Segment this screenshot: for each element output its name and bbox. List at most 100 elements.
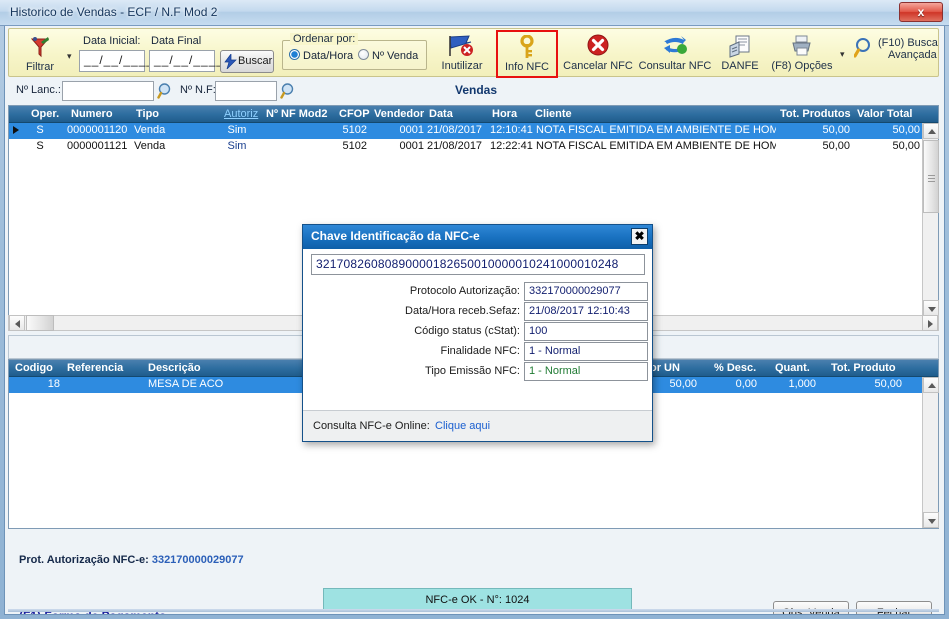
- info-nfc-button[interactable]: Info NFC: [496, 30, 558, 78]
- data-inicial-input[interactable]: __/__/____: [79, 50, 153, 72]
- col-descricao[interactable]: Descrição: [148, 362, 201, 374]
- tipo-emissao-nfc-value[interactable]: 1 - Normal: [524, 362, 648, 381]
- n-nf-lookup-icon[interactable]: [280, 82, 298, 100]
- lightning-icon: [224, 52, 237, 77]
- danfe-label: DANFE: [721, 60, 759, 72]
- cancelar-nfc-button[interactable]: Cancelar NFC: [562, 34, 634, 72]
- busca-avancada-button[interactable]: (F10) Busca Avançada: [853, 37, 942, 61]
- col-cliente[interactable]: Cliente: [535, 108, 572, 120]
- chave-acesso-input[interactable]: 3217082608089000018265001000001024100001…: [311, 254, 645, 275]
- cell-tot-produtos: 50,00: [822, 140, 850, 152]
- opcoes-button[interactable]: (F8) Opções: [766, 34, 838, 72]
- buscar-button[interactable]: Buscar: [220, 50, 274, 73]
- col-vendedor[interactable]: Vendedor: [374, 108, 424, 120]
- sync-arrows-icon: [637, 34, 713, 60]
- col-tot-produtos[interactable]: Tot. Produtos: [780, 108, 851, 120]
- radio-data-hora-label: Data/Hora: [303, 50, 354, 62]
- cell-numero: 0000001120: [67, 124, 128, 136]
- cell-vendedor: 0001: [399, 140, 424, 152]
- finalidade-nfc-label: Finalidade NFC:: [440, 345, 520, 357]
- dialog-title-bar: Chave Identificação da NFC-e ✖: [303, 225, 652, 249]
- filtrar-button[interactable]: Filtrar: [17, 35, 63, 73]
- cell-autoriz: Sim: [227, 124, 247, 136]
- items-grid-vertical-scrollbar[interactable]: [922, 377, 939, 528]
- scroll-left-arrow-icon[interactable]: [9, 315, 25, 331]
- window-close-button[interactable]: x: [899, 2, 943, 22]
- chave-nfce-dialog: Chave Identificação da NFC-e ✖ 321708260…: [302, 224, 653, 442]
- dialog-title: Chave Identificação da NFC-e: [311, 229, 480, 243]
- col-referencia[interactable]: Referencia: [67, 362, 123, 374]
- scroll-up-arrow-icon[interactable]: [923, 123, 939, 139]
- dialog-close-button[interactable]: ✖: [631, 228, 648, 245]
- main-toolbar: Filtrar ▾ Data Inicial: __/__/____ Data …: [8, 28, 942, 78]
- opcoes-dropdown-caret[interactable]: ▾: [840, 49, 845, 60]
- table-row[interactable]: S 0000001121 Venda Sim 5102 0001 21/08/2…: [9, 139, 938, 155]
- ordenar-por-legend: Ordenar por:: [290, 33, 359, 45]
- obs-venda-button[interactable]: Obs. Venda: [773, 601, 849, 614]
- scroll-down-arrow-icon[interactable]: [923, 512, 939, 528]
- danfe-button[interactable]: DANFE: [716, 34, 764, 72]
- protocolo-autorizacao-value[interactable]: 332170000029077: [524, 282, 648, 301]
- n-lanc-label: Nº Lanc.:: [16, 84, 61, 96]
- cancelar-nfc-label: Cancelar NFC: [563, 60, 633, 72]
- radio-no-venda-indicator: [358, 49, 369, 60]
- cell-perc-desc: 0,00: [735, 378, 757, 390]
- consulta-online-label: Consulta NFC-e Online:: [313, 420, 430, 432]
- print-document-icon: [716, 34, 764, 60]
- data-final-label: Data Final: [151, 35, 202, 47]
- n-lanc-lookup-icon[interactable]: [157, 82, 175, 100]
- col-hora[interactable]: Hora: [492, 108, 517, 120]
- col-tot-produto[interactable]: Tot. Produto: [831, 362, 896, 374]
- col-perc-desc[interactable]: % Desc.: [714, 362, 756, 374]
- footer-bevel: [8, 609, 939, 612]
- col-cfop[interactable]: CFOP: [339, 108, 370, 120]
- inutilizar-button[interactable]: Inutilizar: [434, 34, 490, 72]
- filtrar-label: Filtrar: [25, 61, 55, 73]
- radio-no-venda[interactable]: Nº Venda: [358, 49, 418, 62]
- finalidade-nfc-value[interactable]: 1 - Normal: [524, 342, 648, 361]
- cell-tot-produto: 50,00: [874, 378, 902, 390]
- consultar-nfc-button[interactable]: Consultar NFC: [637, 34, 713, 72]
- n-lanc-input[interactable]: [62, 81, 154, 101]
- scroll-thumb[interactable]: [26, 315, 54, 331]
- col-nf-mod2[interactable]: Nº NF Mod2: [266, 108, 327, 120]
- busca-avancada-line1: (F10) Busca: [878, 37, 938, 49]
- col-data[interactable]: Data: [429, 108, 453, 120]
- info-nfc-label: Info NFC: [504, 61, 549, 73]
- fechar-button[interactable]: Fechar: [856, 601, 932, 614]
- col-codigo[interactable]: Codigo: [15, 362, 53, 374]
- cell-quant: 1,000: [788, 378, 816, 390]
- search-row: Nº Lanc.: Nº N.F: Vendas: [8, 79, 939, 103]
- data-hora-sefaz-value[interactable]: 21/08/2017 12:10:43: [524, 302, 648, 321]
- filtrar-dropdown-caret[interactable]: ▾: [67, 51, 72, 62]
- scroll-thumb[interactable]: [923, 140, 939, 213]
- cell-vendedor: 0001: [399, 124, 424, 136]
- data-inicial-label: Data Inicial:: [83, 35, 141, 47]
- consulta-online-link[interactable]: Clique aqui: [435, 420, 490, 432]
- scroll-up-arrow-icon[interactable]: [923, 377, 939, 393]
- cell-tipo: Venda: [134, 140, 166, 152]
- funnel-icon: [17, 35, 63, 61]
- sales-grid-vertical-scrollbar[interactable]: [922, 123, 939, 316]
- radio-data-hora[interactable]: Data/Hora: [289, 49, 353, 62]
- col-quant[interactable]: Quant.: [775, 362, 810, 374]
- scroll-down-arrow-icon[interactable]: [923, 300, 939, 316]
- cell-hora: 12:10:41: [490, 124, 533, 136]
- col-autoriz[interactable]: Autoriz: [224, 108, 258, 120]
- col-numero[interactable]: Numero: [71, 108, 113, 120]
- col-oper[interactable]: Oper.: [31, 108, 59, 120]
- codigo-status-value[interactable]: 100: [524, 322, 648, 341]
- col-valor-un[interactable]: or UN: [650, 362, 680, 374]
- cell-cfop: 5102: [342, 124, 367, 136]
- n-nf-input[interactable]: [215, 81, 277, 101]
- col-valor-total[interactable]: Valor Total: [857, 108, 912, 120]
- scroll-right-arrow-icon[interactable]: [922, 315, 938, 331]
- window-title: Historico de Vendas - ECF / N.F Mod 2: [10, 5, 218, 19]
- cell-tipo: Venda: [134, 124, 166, 136]
- cell-autoriz: Sim: [227, 140, 247, 152]
- table-row[interactable]: S 0000001120 Venda Sim 5102 0001 21/08/2…: [9, 123, 938, 139]
- cell-cliente: NOTA FISCAL EMITIDA EM AMBIENTE DE HOMOL…: [536, 124, 776, 136]
- data-final-input[interactable]: __/__/____: [149, 50, 223, 72]
- flag-cancel-icon: [434, 34, 490, 60]
- col-tipo[interactable]: Tipo: [136, 108, 159, 120]
